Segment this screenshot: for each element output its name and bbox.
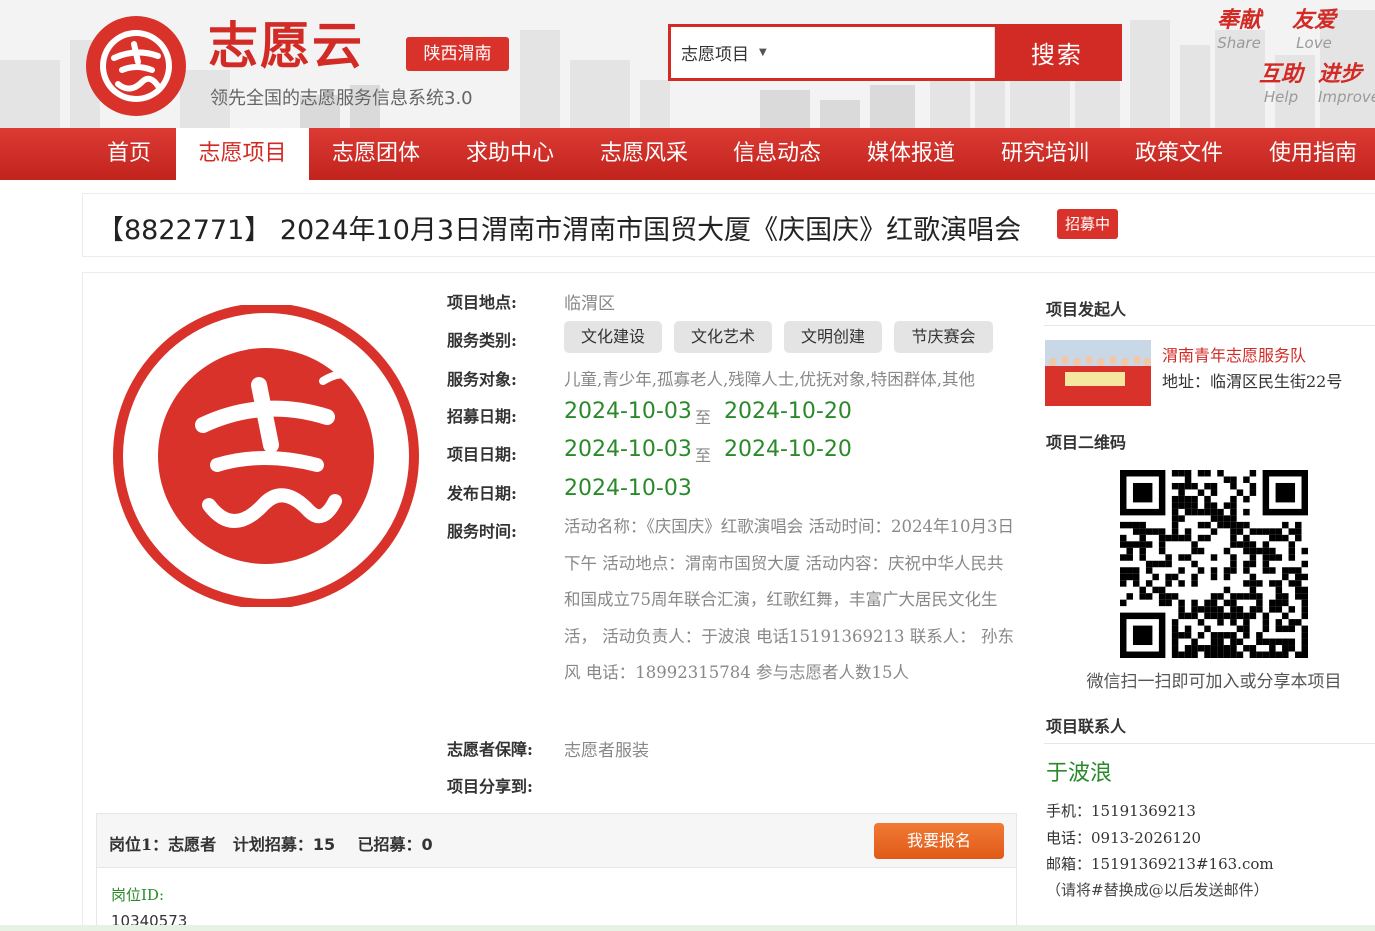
category-label: 服务类别:: [447, 331, 517, 350]
nav-item-research[interactable]: 研究培训: [987, 128, 1103, 180]
nav-item-help-center[interactable]: 求助中心: [452, 128, 568, 180]
nav-item-showcase[interactable]: 志愿风采: [586, 128, 702, 180]
motto-cn: 友爱: [1291, 8, 1336, 33]
organization-photo[interactable]: [1045, 340, 1151, 406]
motto-share: 奉献 Share: [1212, 8, 1266, 52]
recruit-end-date: 2024-10-20: [724, 399, 852, 424]
category-tag[interactable]: 文明创建: [784, 321, 882, 353]
initiator-heading: 项目发起人: [1046, 300, 1127, 319]
china-volunteer-service-logo: [113, 305, 419, 607]
main-nav: 首页 志愿项目 志愿团体 求助中心 志愿风采 信息动态 媒体报道 研究培训 政策…: [0, 128, 1375, 180]
target-value: 儿童,青少年,孤寡老人,残障人士,优抚对象,特困群体,其他: [564, 370, 975, 389]
signup-button[interactable]: 我要报名: [874, 823, 1004, 859]
category-tag[interactable]: 文化艺术: [674, 321, 772, 353]
nav-item-projects[interactable]: 志愿项目: [176, 128, 309, 180]
nav-item-groups[interactable]: 志愿团体: [318, 128, 434, 180]
project-start-date: 2024-10-03: [564, 437, 692, 462]
category-tag[interactable]: 节庆赛会: [894, 321, 993, 353]
qr-heading: 项目二维码: [1046, 433, 1127, 452]
china-volunteer-logo: [86, 16, 186, 116]
divider: [1044, 325, 1375, 326]
service-time-description: 活动名称：《庆国庆》红歌演唱会 活动时间：2024年10月3日下午 活动地点：渭…: [564, 517, 1014, 683]
page-title: 【8822771】 2024年10月3日渭南市渭南市国贸大厦《庆国庆》红歌演唱会: [97, 215, 1022, 246]
publish-date-label: 发布日期:: [447, 484, 517, 503]
target-label: 服务对象:: [447, 370, 517, 389]
brand-name[interactable]: 志愿云: [208, 16, 364, 76]
position-header: 岗位1：志愿者 计划招募：15 已招募：0 我要报名: [97, 814, 1016, 868]
contact-email: 邮箱：15191369213#163.com: [1046, 855, 1274, 873]
guarantee-value: 志愿者服装: [564, 741, 649, 761]
motto-en: Love: [1296, 34, 1332, 52]
location-value: 临渭区: [564, 294, 615, 314]
contact-name: 于波浪: [1046, 761, 1113, 786]
recruit-date-label: 招募日期:: [447, 407, 517, 426]
date-separator: 至: [695, 408, 712, 427]
nav-item-guide[interactable]: 使用指南: [1255, 128, 1371, 180]
qr-code-image: [1120, 470, 1308, 658]
motto-love: 友爱 Love: [1287, 8, 1341, 52]
project-end-date: 2024-10-20: [724, 437, 852, 462]
nav-item-policy[interactable]: 政策文件: [1121, 128, 1237, 180]
divider: [1044, 743, 1375, 744]
chevron-down-icon: ▼: [759, 47, 767, 58]
site-slogan: 领先全国的志愿服务信息系统3.0: [210, 88, 473, 109]
position-id-label: 岗位ID:: [111, 886, 165, 904]
contact-phone: 电话：0913-2026120: [1046, 829, 1202, 847]
organization-name-link[interactable]: 渭南青年志愿服务队: [1162, 342, 1306, 366]
qr-caption: 微信扫一扫即可加入或分享本项目: [1086, 672, 1342, 692]
organization-address: 地址：临渭区民生街22号: [1162, 372, 1343, 391]
nav-item-media[interactable]: 媒体报道: [853, 128, 969, 180]
email-note: （请将#替换成@以后发送邮件）: [1046, 881, 1269, 899]
date-separator: 至: [695, 446, 712, 465]
motto-improve: 进步 Improve: [1318, 62, 1375, 106]
bottom-strip: [0, 925, 1375, 931]
position-summary: 岗位1：志愿者 计划招募：15 已招募：0: [109, 831, 433, 855]
position-card: 岗位1：志愿者 计划招募：15 已招募：0 我要报名 岗位ID: 1034057…: [96, 813, 1017, 931]
category-tag[interactable]: 文化建设: [564, 321, 662, 353]
position-label: 岗位1：: [109, 835, 169, 854]
motto-cn: 进步: [1318, 62, 1363, 87]
recruit-start-date: 2024-10-03: [564, 399, 692, 424]
motto-en: Improve: [1318, 88, 1375, 106]
joined-label: 已招募：: [357, 835, 422, 854]
motto-help: 互助 Help: [1254, 62, 1308, 106]
motto-en: Share: [1217, 34, 1261, 52]
joined-count: 0: [421, 835, 433, 854]
motto-en: Help: [1263, 88, 1299, 106]
project-date-label: 项目日期:: [447, 445, 517, 464]
publish-date: 2024-10-03: [564, 476, 692, 501]
nav-item-home[interactable]: 首页: [88, 128, 170, 180]
contact-heading: 项目联系人: [1046, 717, 1127, 736]
plan-label: 计划招募：: [232, 835, 313, 854]
status-badge: 招募中: [1057, 209, 1118, 239]
plan-count: 15: [312, 835, 336, 854]
guarantee-label: 志愿者保障:: [447, 740, 533, 759]
motto-cn: 互助: [1258, 62, 1303, 87]
position-role: 志愿者: [168, 835, 217, 854]
region-badge[interactable]: 陕西渭南: [406, 37, 509, 71]
search-category-label: 志愿项目: [681, 45, 749, 65]
search-button[interactable]: 搜索: [994, 27, 1119, 78]
contact-mobile: 手机：15191369213: [1046, 802, 1196, 820]
share-label: 项目分享到:: [447, 777, 533, 796]
search-box: 志愿项目 ▼ 搜索: [668, 24, 1122, 81]
motto-cn: 奉献: [1216, 8, 1261, 33]
project-title-bar: 【8822771】 2024年10月3日渭南市渭南市国贸大厦《庆国庆》红歌演唱会…: [82, 193, 1375, 257]
nav-item-news[interactable]: 信息动态: [719, 128, 835, 180]
location-label: 项目地点:: [447, 293, 517, 312]
search-category-select[interactable]: 志愿项目 ▼: [671, 27, 995, 78]
site-header: 志愿云 陕西渭南 领先全国的志愿服务信息系统3.0 志愿项目 ▼ 搜索 奉献 S…: [0, 0, 1375, 128]
service-time-label: 服务时间:: [447, 522, 517, 541]
